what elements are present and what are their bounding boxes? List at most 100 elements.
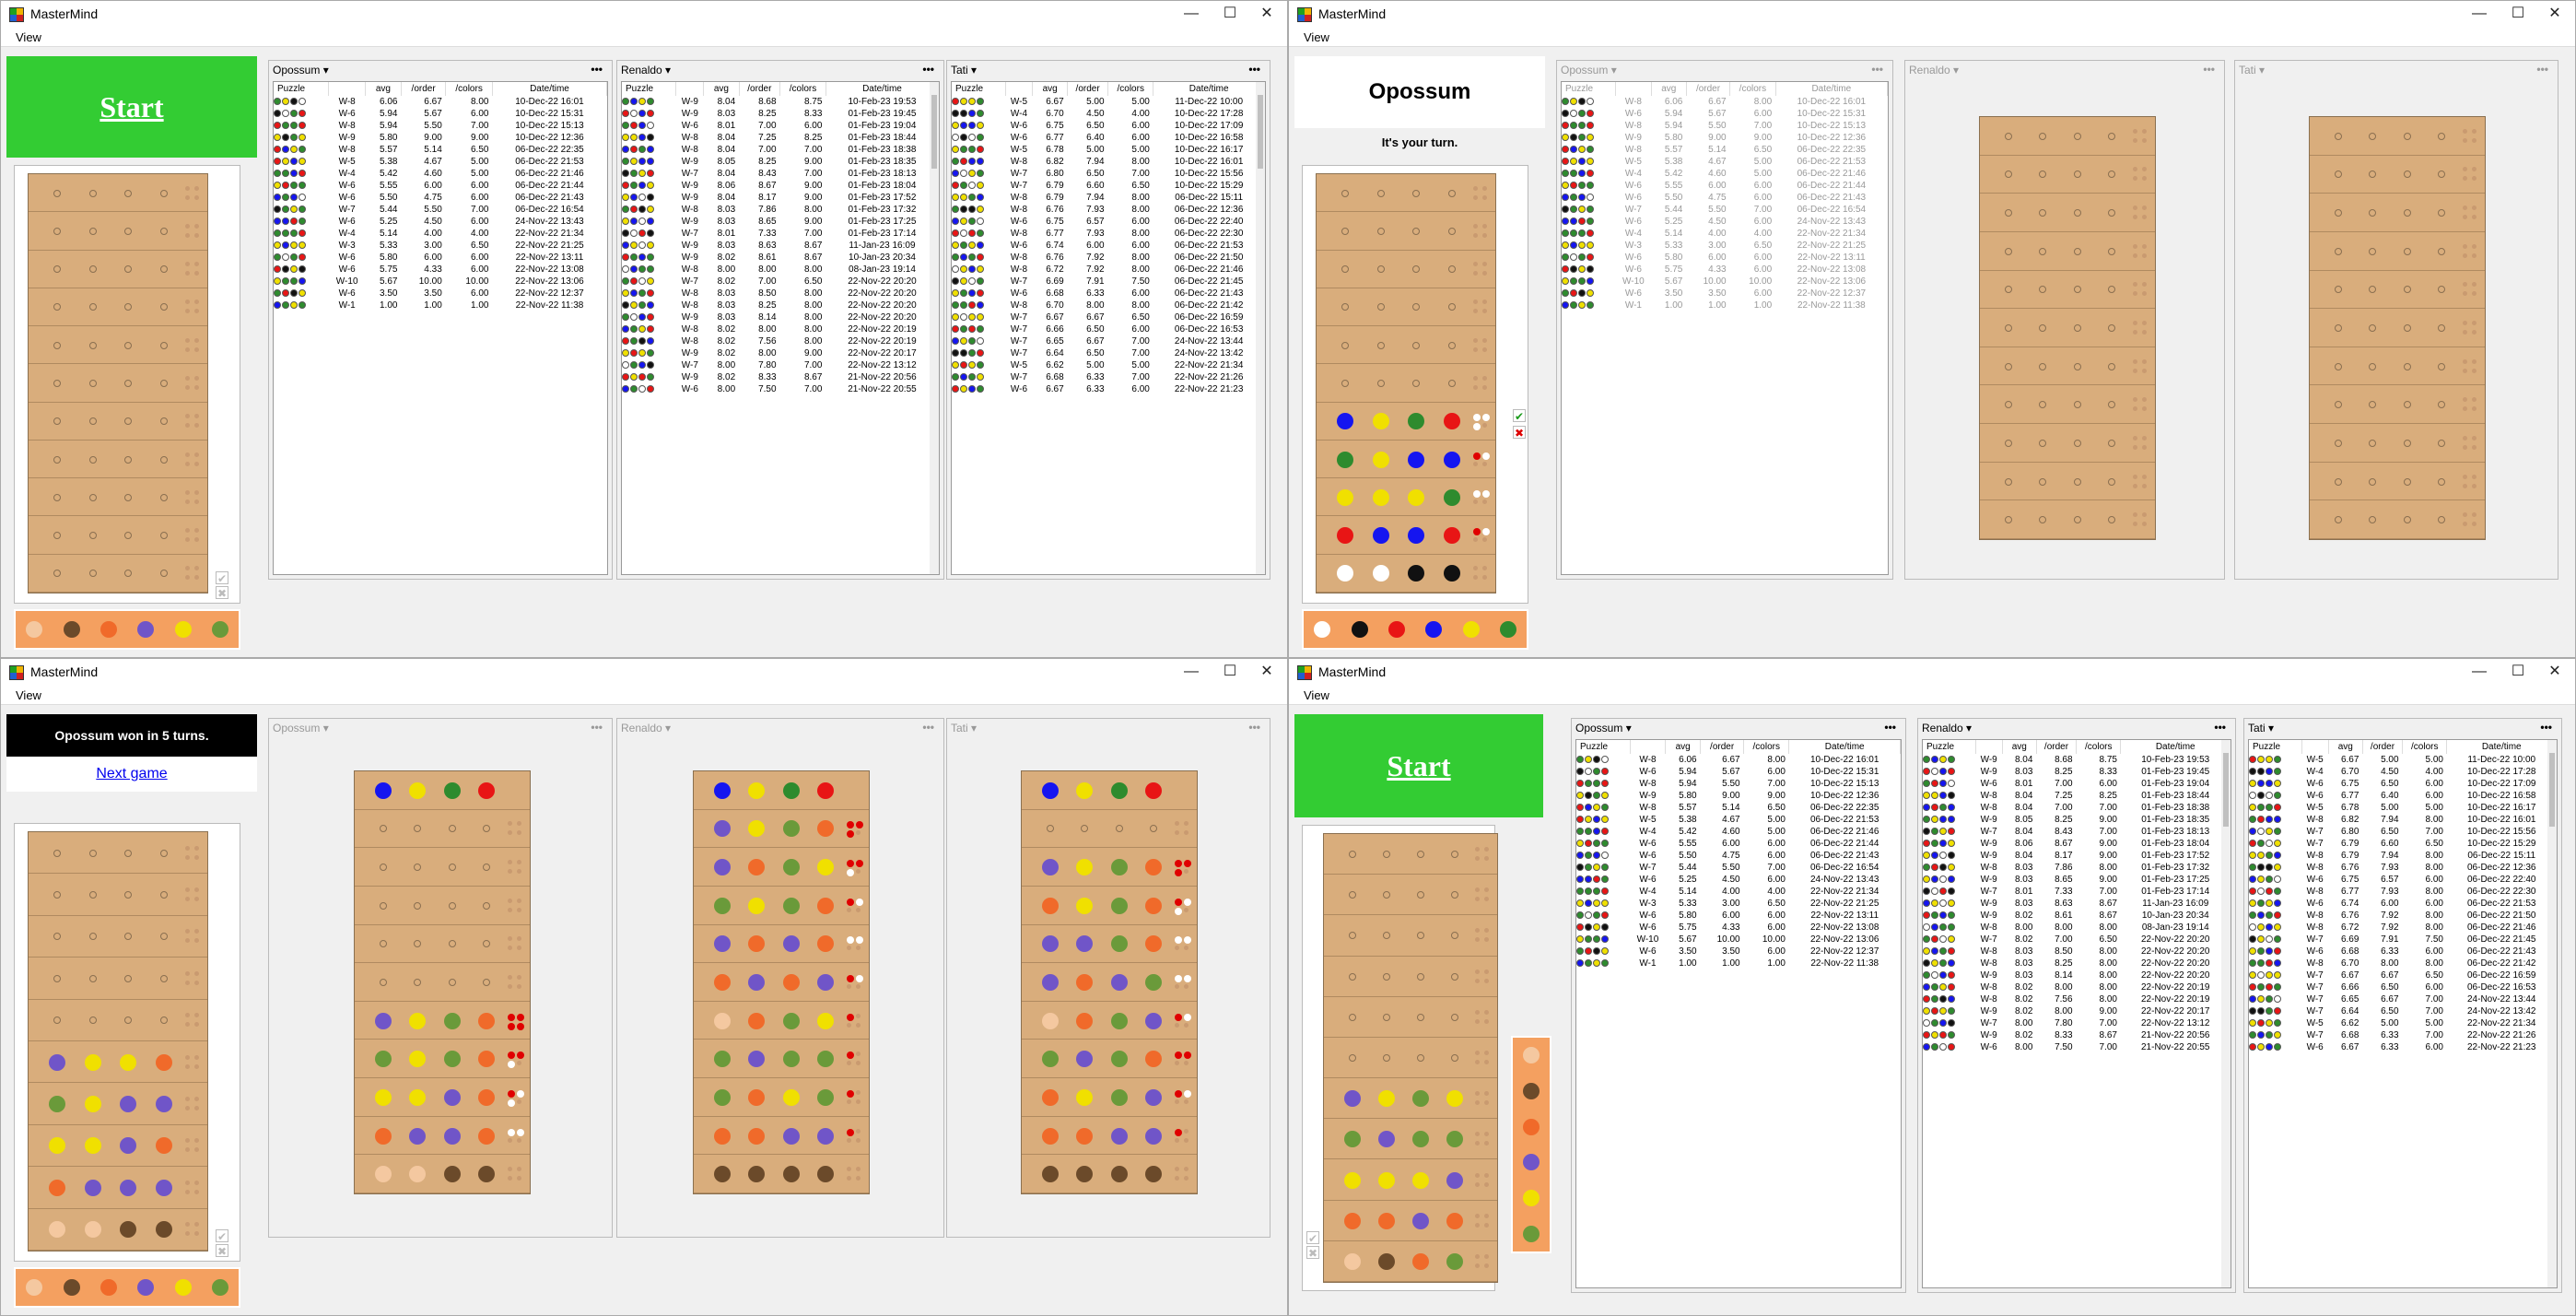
table-row[interactable]: W-9 8.04 8.17 9.00 01-Feb-23 17:52 [1923, 850, 2231, 862]
table-row[interactable]: W-8 6.82 7.94 8.00 10-Dec-22 16:01 [2249, 814, 2557, 826]
table-row[interactable]: W-7 6.66 6.50 6.00 06-Dec-22 16:53 [2249, 981, 2557, 993]
table-row[interactable]: W-7 6.66 6.50 6.00 06-Dec-22 16:53 [952, 323, 1265, 335]
table-row[interactable]: W-8 8.00 8.00 8.00 08-Jan-23 19:14 [1923, 922, 2231, 934]
more-icon[interactable]: ••• [591, 63, 603, 76]
table-row[interactable]: W-7 8.01 7.33 7.00 01-Feb-23 17:14 [622, 228, 939, 240]
palette-peg-purple[interactable] [137, 621, 155, 638]
accept-icon[interactable]: ✔ [1513, 409, 1526, 423]
table-row[interactable]: W-6 6.77 6.40 6.00 10-Dec-22 16:58 [2249, 790, 2557, 802]
close-icon[interactable]: ✕ [1248, 3, 1285, 25]
player-dropdown[interactable]: Tati ▾ [951, 722, 977, 734]
table-row[interactable]: W-6 6.74 6.00 6.00 06-Dec-22 21:53 [952, 240, 1265, 252]
table-row[interactable]: W-9 8.03 8.14 8.00 22-Nov-22 20:20 [622, 311, 939, 323]
table-row[interactable]: W-6 6.67 6.33 6.00 22-Nov-22 21:23 [2249, 1041, 2557, 1053]
more-icon[interactable]: ••• [2536, 63, 2548, 76]
palette-peg-orange[interactable] [100, 1279, 117, 1296]
palette-peg-green[interactable] [1499, 621, 1516, 638]
table-row[interactable]: W-9 5.80 9.00 9.00 10-Dec-22 12:36 [1562, 132, 1888, 144]
palette-peg-olive[interactable] [211, 621, 228, 638]
table-row[interactable]: W-6 3.50 3.50 6.00 22-Nov-22 12:37 [274, 288, 607, 300]
table-row[interactable]: W-6 3.50 3.50 6.00 22-Nov-22 12:37 [1576, 946, 1901, 958]
table-row[interactable]: W-9 8.02 8.00 9.00 22-Nov-22 20:17 [622, 347, 939, 359]
start-button[interactable]: Start [1294, 714, 1543, 817]
table-row[interactable]: W-7 6.80 6.50 7.00 10-Dec-22 15:56 [952, 168, 1265, 180]
player-dropdown[interactable]: Tati ▾ [2248, 722, 2274, 734]
menu-view[interactable]: View [1304, 30, 1329, 44]
table-row[interactable]: W-7 8.00 7.80 7.00 22-Nov-22 13:12 [622, 359, 939, 371]
table-row[interactable]: W-8 8.03 8.25 8.00 22-Nov-22 20:20 [622, 300, 939, 311]
table-row[interactable]: W-8 5.57 5.14 6.50 06-Dec-22 22:35 [274, 144, 607, 156]
palette-peg-orange[interactable] [100, 621, 117, 638]
table-row[interactable]: W-8 6.76 7.93 8.00 06-Dec-22 12:36 [2249, 862, 2557, 874]
table-row[interactable]: W-6 5.80 6.00 6.00 22-Nov-22 13:11 [1576, 910, 1901, 922]
table-row[interactable]: W-7 8.04 8.43 7.00 01-Feb-23 18:13 [1923, 826, 2231, 838]
table-row[interactable]: W-9 8.03 8.25 8.33 01-Feb-23 19:45 [622, 108, 939, 120]
table-row[interactable]: W-8 5.94 5.50 7.00 10-Dec-22 15:13 [274, 120, 607, 132]
more-icon[interactable]: ••• [2203, 63, 2215, 76]
table-row[interactable]: W-4 6.70 4.50 4.00 10-Dec-22 17:28 [952, 108, 1265, 120]
player-dropdown[interactable]: Opossum ▾ [273, 722, 329, 734]
table-row[interactable]: W-4 5.14 4.00 4.00 22-Nov-22 21:34 [274, 228, 607, 240]
table-row[interactable]: W-6 5.55 6.00 6.00 06-Dec-22 21:44 [274, 180, 607, 192]
player-dropdown[interactable]: Opossum ▾ [273, 64, 329, 76]
table-row[interactable]: W-9 8.04 8.17 9.00 01-Feb-23 17:52 [622, 192, 939, 204]
player-dropdown[interactable]: Renaldo ▾ [1909, 64, 1959, 76]
player-dropdown[interactable]: Renaldo ▾ [1922, 722, 1972, 734]
table-row[interactable]: W-4 6.70 4.50 4.00 10-Dec-22 17:28 [2249, 766, 2557, 778]
player-dropdown[interactable]: Opossum ▾ [1575, 722, 1632, 734]
table-row[interactable]: W-8 6.79 7.94 8.00 06-Dec-22 15:11 [952, 192, 1265, 204]
player-dropdown[interactable]: Tati ▾ [2239, 64, 2265, 76]
table-row[interactable]: W-8 8.02 7.56 8.00 22-Nov-22 20:19 [622, 335, 939, 347]
table-row[interactable]: W-8 8.04 7.00 7.00 01-Feb-23 18:38 [622, 144, 939, 156]
more-icon[interactable]: ••• [1248, 721, 1260, 734]
palette-peg-yellow[interactable] [174, 621, 192, 638]
table-row[interactable]: W-7 8.02 7.00 6.50 22-Nov-22 20:20 [622, 276, 939, 288]
table-row[interactable]: W-8 8.03 7.86 8.00 01-Feb-23 17:32 [622, 204, 939, 216]
table-row[interactable]: W-6 5.80 6.00 6.00 22-Nov-22 13:11 [274, 252, 607, 264]
table-row[interactable]: W-7 6.79 6.60 6.50 10-Dec-22 15:29 [952, 180, 1265, 192]
table-row[interactable]: W-7 6.79 6.60 6.50 10-Dec-22 15:29 [2249, 838, 2557, 850]
table-row[interactable]: W-9 8.06 8.67 9.00 01-Feb-23 18:04 [1923, 838, 2231, 850]
table-row[interactable]: W-4 5.14 4.00 4.00 22-Nov-22 21:34 [1562, 228, 1888, 240]
table-row[interactable]: W-8 8.00 8.00 8.00 08-Jan-23 19:14 [622, 264, 939, 276]
maximize-icon[interactable]: ☐ [2500, 661, 2536, 683]
table-row[interactable]: W-5 6.67 5.00 5.00 11-Dec-22 10:00 [952, 96, 1265, 108]
table-row[interactable]: W-6 5.94 5.67 6.00 10-Dec-22 15:31 [1576, 766, 1901, 778]
table-row[interactable]: W-8 6.06 6.67 8.00 10-Dec-22 16:01 [274, 96, 607, 108]
table-row[interactable]: W-10 5.67 10.00 10.00 22-Nov-22 13:06 [1562, 276, 1888, 288]
table-row[interactable]: W-8 6.70 8.00 8.00 06-Dec-22 21:42 [2249, 958, 2557, 969]
table-row[interactable]: W-9 8.02 8.00 9.00 22-Nov-22 20:17 [1923, 1005, 2231, 1017]
table-row[interactable]: W-7 6.65 6.67 7.00 24-Nov-22 13:44 [952, 335, 1265, 347]
table-row[interactable]: W-6 6.75 6.50 6.00 10-Dec-22 17:09 [2249, 778, 2557, 790]
table-row[interactable]: W-6 5.75 4.33 6.00 22-Nov-22 13:08 [274, 264, 607, 276]
table-row[interactable]: W-7 6.64 6.50 7.00 24-Nov-22 13:42 [952, 347, 1265, 359]
minimize-icon[interactable]: — [2461, 3, 2498, 25]
table-row[interactable]: W-8 8.04 7.00 7.00 01-Feb-23 18:38 [1923, 802, 2231, 814]
table-row[interactable]: W-7 8.01 7.33 7.00 01-Feb-23 17:14 [1923, 886, 2231, 898]
table-row[interactable]: W-6 5.50 4.75 6.00 06-Dec-22 21:43 [1562, 192, 1888, 204]
scrollbar[interactable] [2221, 740, 2231, 1287]
scrollbar[interactable] [1256, 82, 1265, 574]
table-row[interactable]: W-5 6.78 5.00 5.00 10-Dec-22 16:17 [952, 144, 1265, 156]
table-row[interactable]: W-8 6.70 8.00 8.00 06-Dec-22 21:42 [952, 300, 1265, 311]
title-bar[interactable]: MasterMind — ☐ ✕ [1289, 659, 2575, 685]
table-row[interactable]: W-1 1.00 1.00 1.00 22-Nov-22 11:38 [1562, 300, 1888, 311]
player-dropdown[interactable]: Renaldo ▾ [621, 64, 671, 76]
table-row[interactable]: W-6 5.55 6.00 6.00 06-Dec-22 21:44 [1562, 180, 1888, 192]
table-row[interactable]: W-9 8.03 8.65 9.00 01-Feb-23 17:25 [1923, 874, 2231, 886]
table-row[interactable]: W-9 8.03 8.63 8.67 11-Jan-23 16:09 [1923, 898, 2231, 910]
table-row[interactable]: W-8 8.02 8.00 8.00 22-Nov-22 20:19 [1923, 981, 2231, 993]
table-row[interactable]: W-4 5.42 4.60 5.00 06-Dec-22 21:46 [274, 168, 607, 180]
more-icon[interactable]: ••• [2540, 721, 2552, 734]
more-icon[interactable]: ••• [2214, 721, 2226, 734]
table-row[interactable]: W-8 6.72 7.92 8.00 06-Dec-22 21:46 [2249, 922, 2557, 934]
table-row[interactable]: W-6 8.01 7.00 6.00 01-Feb-23 19:04 [622, 120, 939, 132]
table-row[interactable]: W-6 5.94 5.67 6.00 10-Dec-22 15:31 [1562, 108, 1888, 120]
table-row[interactable]: W-4 5.42 4.60 5.00 06-Dec-22 21:46 [1562, 168, 1888, 180]
table-row[interactable]: W-7 6.68 6.33 7.00 22-Nov-22 21:26 [952, 371, 1265, 383]
table-row[interactable]: W-9 8.05 8.25 9.00 01-Feb-23 18:35 [1923, 814, 2231, 826]
table-row[interactable]: W-9 8.02 8.33 8.67 21-Nov-22 20:56 [1923, 1029, 2231, 1041]
table-row[interactable]: W-8 8.02 7.56 8.00 22-Nov-22 20:19 [1923, 993, 2231, 1005]
close-icon[interactable]: ✕ [2536, 661, 2573, 683]
table-row[interactable]: W-5 6.67 5.00 5.00 11-Dec-22 10:00 [2249, 754, 2557, 766]
